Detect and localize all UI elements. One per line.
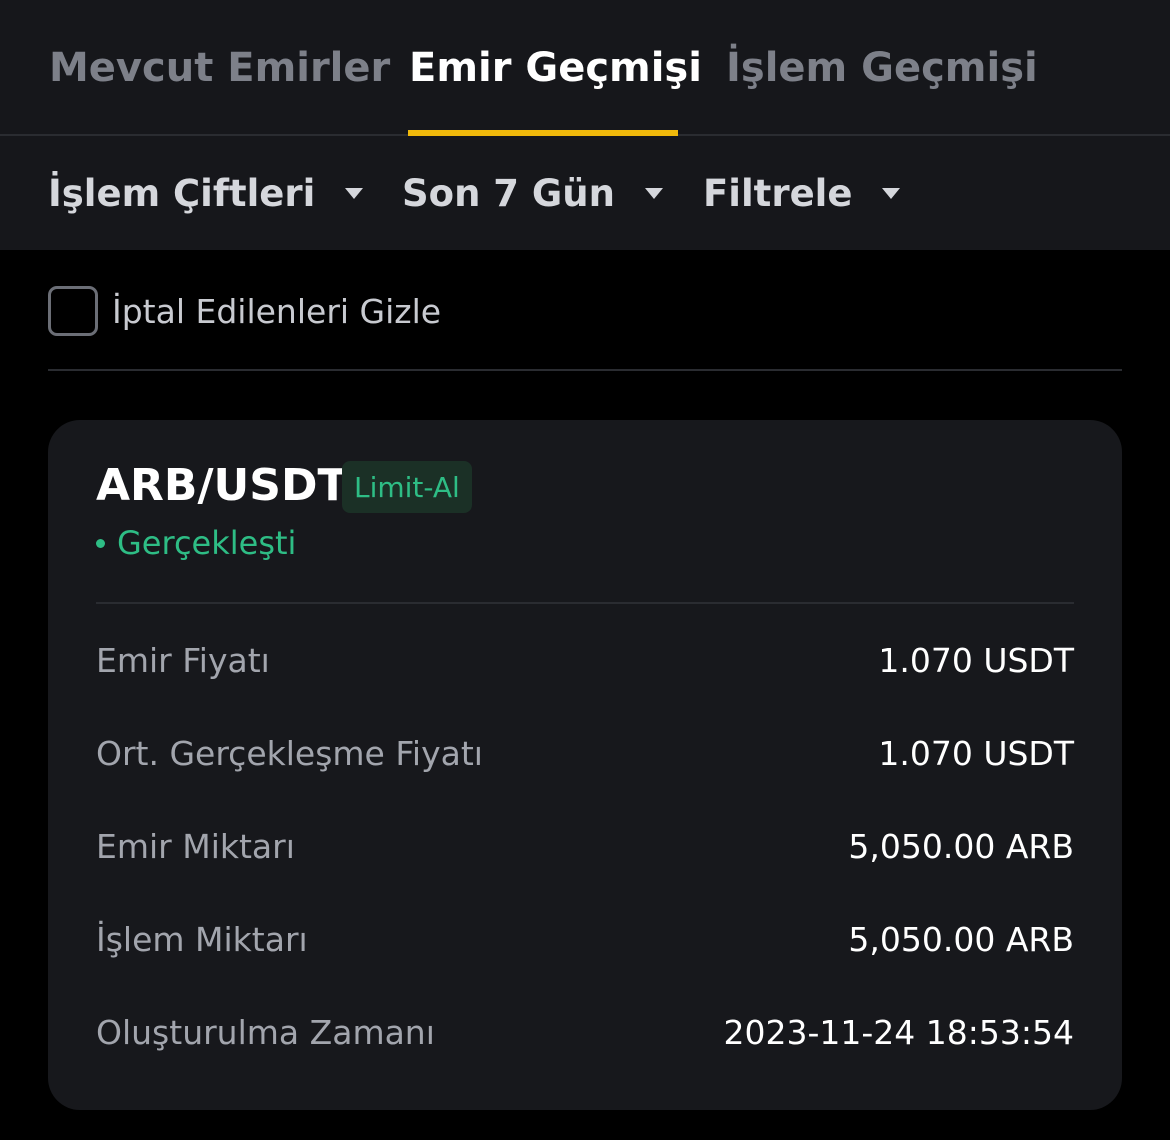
detail-label: Emir Miktarı [96, 826, 295, 866]
order-status-label: Gerçekleşti [117, 524, 297, 562]
order-type-badge: Limit-Al [342, 461, 472, 513]
detail-label: Oluşturulma Zamanı [96, 1012, 435, 1052]
caret-down-icon [345, 187, 364, 199]
detail-label: Ort. Gerçekleşme Fiyatı [96, 733, 483, 773]
hide-cancelled-checkbox[interactable] [48, 286, 98, 336]
detail-value: 5,050.00 ARB [848, 919, 1074, 959]
filter-bar: İşlem Çiftleri Son 7 Gün Filtrele [0, 136, 1170, 250]
caret-down-icon [644, 187, 663, 199]
tab-open-orders-label: Mevcut Emirler [49, 45, 391, 91]
detail-value: 1.070 USDT [878, 733, 1074, 773]
order-card[interactable]: ARB/USDT Limit-Al Gerçekleşti Emir Fiyat… [48, 420, 1122, 1110]
order-tabs: Mevcut Emirler Emir Geçmişi İşlem Geçmiş… [0, 0, 1170, 136]
order-type-label: Limit-Al [354, 470, 460, 504]
card-divider [96, 602, 1074, 604]
filter-label: Filtrele [703, 171, 853, 215]
detail-label: Emir Fiyatı [96, 640, 270, 680]
date-range-label: Son 7 Gün [402, 171, 615, 215]
detail-label: İşlem Miktarı [96, 919, 308, 959]
trading-pairs-dropdown[interactable]: İşlem Çiftleri [48, 136, 364, 250]
tab-order-history-label: Emir Geçmişi [409, 45, 702, 91]
detail-row: Ort. Gerçekleşme Fiyatı 1.070 USDT [96, 728, 1074, 778]
hide-cancelled-label: İptal Edilenleri Gizle [112, 291, 442, 331]
divider [48, 369, 1122, 371]
trading-pairs-label: İşlem Çiftleri [48, 171, 316, 215]
detail-row: Oluşturulma Zamanı 2023-11-24 18:53:54 [96, 1007, 1074, 1057]
detail-value: 5,050.00 ARB [848, 826, 1074, 866]
order-status: Gerçekleşti [96, 524, 296, 562]
tab-trade-history-label: İşlem Geçmişi [726, 45, 1038, 91]
detail-value: 2023-11-24 18:53:54 [723, 1012, 1074, 1052]
detail-row: Emir Miktarı 5,050.00 ARB [96, 821, 1074, 871]
hide-cancelled-toggle[interactable]: İptal Edilenleri Gizle [48, 284, 441, 338]
caret-down-icon [882, 187, 901, 199]
filter-dropdown[interactable]: Filtrele [703, 136, 901, 250]
detail-row: Emir Fiyatı 1.070 USDT [96, 635, 1074, 685]
tab-trade-history[interactable]: İşlem Geçmişi [726, 0, 1038, 136]
status-dot-icon [96, 538, 105, 548]
tab-order-history[interactable]: Emir Geçmişi [409, 0, 702, 136]
order-pair: ARB/USDT [96, 460, 348, 511]
detail-value: 1.070 USDT [878, 640, 1074, 680]
detail-row: İşlem Miktarı 5,050.00 ARB [96, 914, 1074, 964]
tab-open-orders[interactable]: Mevcut Emirler [49, 0, 390, 136]
date-range-dropdown[interactable]: Son 7 Gün [402, 136, 663, 250]
